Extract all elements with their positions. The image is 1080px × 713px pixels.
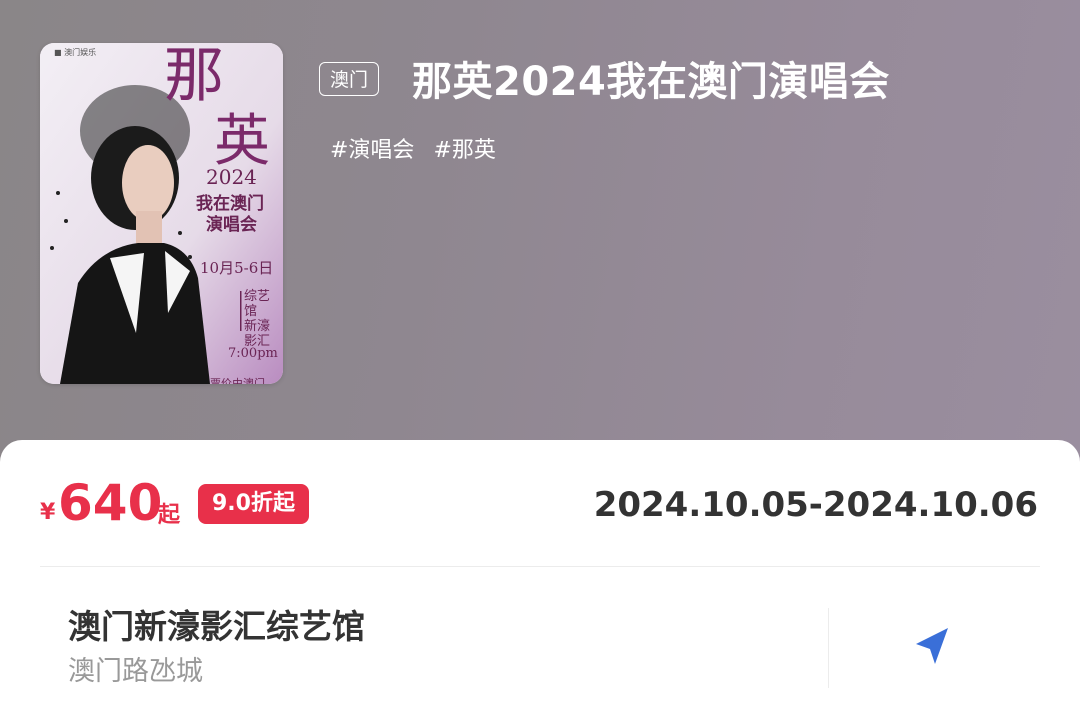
event-header: ■ 澳门娱乐 那 英 2024 我在澳门 演唱会 10月5-6日 综艺馆 新濠影…: [0, 0, 1080, 470]
tag-concert[interactable]: #演唱会: [330, 138, 414, 163]
event-poster[interactable]: ■ 澳门娱乐 那 英 2024 我在澳门 演唱会 10月5-6日 综艺馆 新濠影…: [40, 43, 283, 384]
venue-address[interactable]: 澳门路氹城: [68, 652, 203, 692]
event-tags: #演唱会 #那英: [330, 132, 508, 164]
poster-venue: 综艺馆 新濠影汇: [244, 289, 271, 349]
poster-year: 2024: [206, 165, 257, 189]
poster-name-char-1: 那: [164, 43, 224, 111]
poster-subtitle-line-2: 演唱会: [206, 215, 257, 235]
event-title: 那英2024我在澳门演唱会: [412, 59, 890, 105]
tag-artist[interactable]: #那英: [433, 138, 495, 163]
price-suffix: 起: [158, 503, 181, 528]
event-date-range: 2024.10.05-2024.10.06: [593, 485, 1038, 525]
price-value: 640: [58, 474, 163, 532]
divider: [40, 566, 1040, 567]
venue-separator: [828, 608, 829, 688]
navigation-button[interactable]: [904, 620, 960, 676]
price-currency: ¥: [40, 500, 56, 525]
venue-name[interactable]: 澳门新濠影汇综艺馆: [68, 604, 365, 650]
poster-logo: ■ 澳门娱乐: [54, 48, 97, 57]
navigation-arrow-icon: [916, 628, 948, 664]
poster-footer: 票价由澳门: [210, 377, 265, 384]
discount-badge: 9.0折起: [198, 484, 309, 524]
region-tag: 澳门: [319, 62, 380, 96]
poster-time: 7:00pm: [228, 346, 278, 361]
poster-date: 10月5-6日: [200, 259, 274, 277]
